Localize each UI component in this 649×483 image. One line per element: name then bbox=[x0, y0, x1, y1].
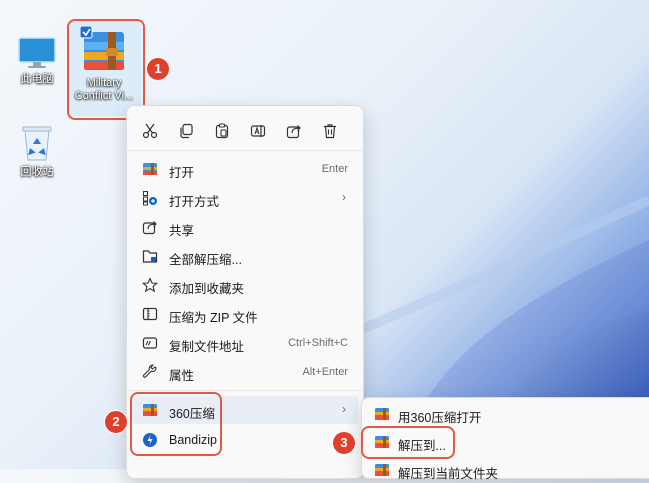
submenu-item-label: 解压到当前文件夹 bbox=[398, 467, 499, 481]
step-badge-3: 3 bbox=[332, 431, 356, 455]
wrench-icon bbox=[142, 364, 157, 378]
step-badge-2: 2 bbox=[104, 410, 128, 434]
chevron-right-icon: › bbox=[342, 190, 346, 204]
menu-item-shortcut: Ctrl+Shift+C bbox=[288, 337, 348, 349]
menu-item-label: 复制文件地址 bbox=[169, 340, 245, 354]
share-icon bbox=[286, 125, 301, 139]
share-button[interactable] bbox=[279, 116, 309, 146]
desktop-icon-recycle-bin[interactable]: 回收站 bbox=[7, 124, 67, 179]
menu-item-label: 属性 bbox=[169, 369, 195, 383]
submenu-item-label: 用360压缩打开 bbox=[398, 411, 482, 425]
cut-button[interactable] bbox=[135, 116, 165, 146]
monitor-icon bbox=[18, 37, 56, 68]
cut-icon bbox=[142, 123, 158, 139]
desktop-icon-label: 回收站 bbox=[20, 166, 54, 178]
extract-all-icon bbox=[142, 250, 158, 263]
share-icon bbox=[142, 221, 157, 235]
menu-item-label: 添加到收藏夹 bbox=[169, 282, 245, 296]
menu-item-shortcut: Alt+Enter bbox=[302, 366, 348, 378]
zip-icon bbox=[142, 307, 158, 321]
star-icon bbox=[142, 277, 158, 293]
step-badge-1: 1 bbox=[146, 57, 170, 81]
menu-item-compress-zip[interactable]: 压缩为 ZIP 文件 bbox=[132, 300, 358, 328]
chevron-right-icon: › bbox=[342, 402, 346, 416]
delete-button[interactable] bbox=[315, 116, 345, 146]
step-2-highlight bbox=[130, 392, 222, 456]
menu-separator bbox=[127, 390, 363, 391]
step-3-highlight bbox=[361, 426, 455, 459]
rename-button[interactable] bbox=[243, 116, 273, 146]
recycle-bin-icon bbox=[22, 126, 52, 161]
menu-item-label: 全部解压缩... bbox=[169, 253, 242, 267]
menu-item-label: 打开方式 bbox=[169, 195, 220, 209]
menu-item-open[interactable]: 打开 Enter bbox=[132, 155, 358, 183]
desktop-icon-this-pc[interactable]: 此电脑 bbox=[7, 36, 67, 86]
delete-icon bbox=[324, 124, 336, 139]
submenu-item-open-with-360[interactable]: 用360压缩打开 bbox=[366, 401, 649, 427]
menu-item-open-with[interactable]: 打开方式 › bbox=[132, 184, 358, 212]
menu-item-shortcut: Enter bbox=[321, 163, 348, 175]
open-with-icon bbox=[143, 191, 157, 206]
menu-item-label: 打开 bbox=[169, 166, 195, 180]
menu-item-share[interactable]: 共享 bbox=[132, 213, 358, 241]
copy-icon bbox=[180, 123, 193, 139]
menu-item-label: 共享 bbox=[169, 224, 195, 238]
rename-icon bbox=[250, 125, 266, 137]
menu-item-add-favorites[interactable]: 添加到收藏夹 bbox=[132, 271, 358, 299]
menu-item-copy-path[interactable]: 复制文件地址 Ctrl+Shift+C bbox=[132, 329, 358, 357]
menu-item-extract-all[interactable]: 全部解压缩... bbox=[132, 242, 358, 270]
menu-item-label: 压缩为 ZIP 文件 bbox=[169, 311, 258, 325]
archive-icon bbox=[143, 163, 157, 175]
menu-item-properties[interactable]: 属性 Alt+Enter bbox=[132, 358, 358, 386]
menu-separator bbox=[127, 150, 363, 151]
desktop-icon-label: 此电脑 bbox=[20, 73, 54, 85]
archive-icon bbox=[375, 464, 389, 476]
copy-path-icon bbox=[142, 337, 158, 349]
paste-icon bbox=[215, 123, 229, 139]
submenu-item-extract-here[interactable]: 解压到当前文件夹 bbox=[366, 457, 649, 483]
archive-icon bbox=[375, 408, 389, 420]
paste-button[interactable] bbox=[207, 116, 237, 146]
copy-button[interactable] bbox=[171, 116, 201, 146]
